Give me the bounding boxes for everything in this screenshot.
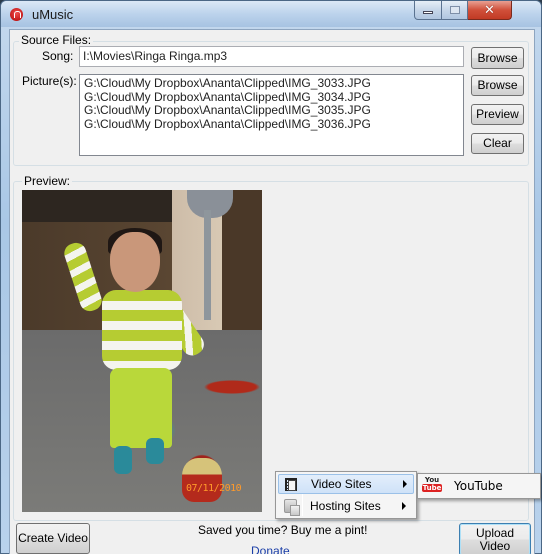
source-files-legend: Source Files: [19,33,94,47]
minimize-icon [423,11,433,14]
clear-button[interactable]: Clear [471,133,524,154]
photo-pot [182,458,222,502]
window-controls: ✕ [414,1,512,20]
title-bar[interactable]: uMusic ✕ [1,1,541,27]
youtube-icon: You Tube [421,476,443,493]
photo-cabinet [22,190,172,222]
picture-list-item[interactable]: G:\Cloud\My Dropbox\Ananta\Clipped\IMG_3… [84,76,459,91]
photo-child-shirt [102,290,182,370]
picture-list-item[interactable]: G:\Cloud\My Dropbox\Ananta\Clipped\IMG_3… [84,103,459,118]
photo-datestamp: 07/11/2010 [186,483,242,494]
photo-child-face [110,232,160,292]
pictures-label: Picture(s): [22,74,77,88]
menu-item-youtube[interactable]: You Tube YouTube [420,476,538,496]
photo-child-pants [110,368,172,448]
menu-item-hosting-sites[interactable]: Hosting Sites [278,496,414,516]
youtube-icon-you: You [424,476,440,484]
maximize-icon [449,6,460,14]
photo-child-arm-left [61,240,105,314]
minimize-button[interactable] [414,1,442,20]
menu-item-label: Video Sites [311,477,372,491]
hosting-icon [282,498,300,516]
donate-link[interactable]: Donate [251,544,290,554]
maximize-button[interactable] [442,1,468,20]
photo-fan-pole [204,210,211,320]
preview-legend: Preview: [22,174,73,188]
video-sites-submenu: You Tube YouTube [417,473,541,499]
preview-button[interactable]: Preview [471,104,524,125]
song-browse-button[interactable]: Browse [471,47,524,69]
song-label: Song: [42,49,74,63]
picture-list-item[interactable]: G:\Cloud\My Dropbox\Ananta\Clipped\IMG_3… [84,90,459,105]
menu-item-label: Hosting Sites [310,499,381,513]
pictures-browse-button[interactable]: Browse [471,75,524,96]
photo-shoe-right [146,438,164,464]
app-icon [10,8,23,21]
submenu-arrow-icon [402,502,406,510]
close-button[interactable]: ✕ [468,1,512,20]
upload-context-menu: Video Sites Hosting Sites [275,471,417,519]
preview-image: 07/11/2010 [22,190,262,512]
create-video-button[interactable]: Create Video [16,523,90,554]
film-icon [283,476,299,492]
upload-video-button[interactable]: Upload Video [459,523,531,554]
window-title: uMusic [32,7,74,22]
song-path-input[interactable]: I:\Movies\Ringa Ringa.mp3 [79,46,464,67]
pictures-list[interactable]: G:\Cloud\My Dropbox\Ananta\Clipped\IMG_3… [79,74,464,156]
menu-item-video-sites[interactable]: Video Sites [278,474,414,494]
photo-shoe-left [114,446,132,474]
status-text: Saved you time? Buy me a pint! [198,523,368,537]
youtube-icon-tube: Tube [421,484,443,492]
app-window: uMusic ✕ Source Files: Song: I:\Movies\R… [0,0,542,554]
menu-item-label: YouTube [454,479,503,493]
close-icon: ✕ [484,2,495,18]
picture-list-item[interactable]: G:\Cloud\My Dropbox\Ananta\Clipped\IMG_3… [84,117,459,132]
submenu-arrow-icon [403,480,407,488]
